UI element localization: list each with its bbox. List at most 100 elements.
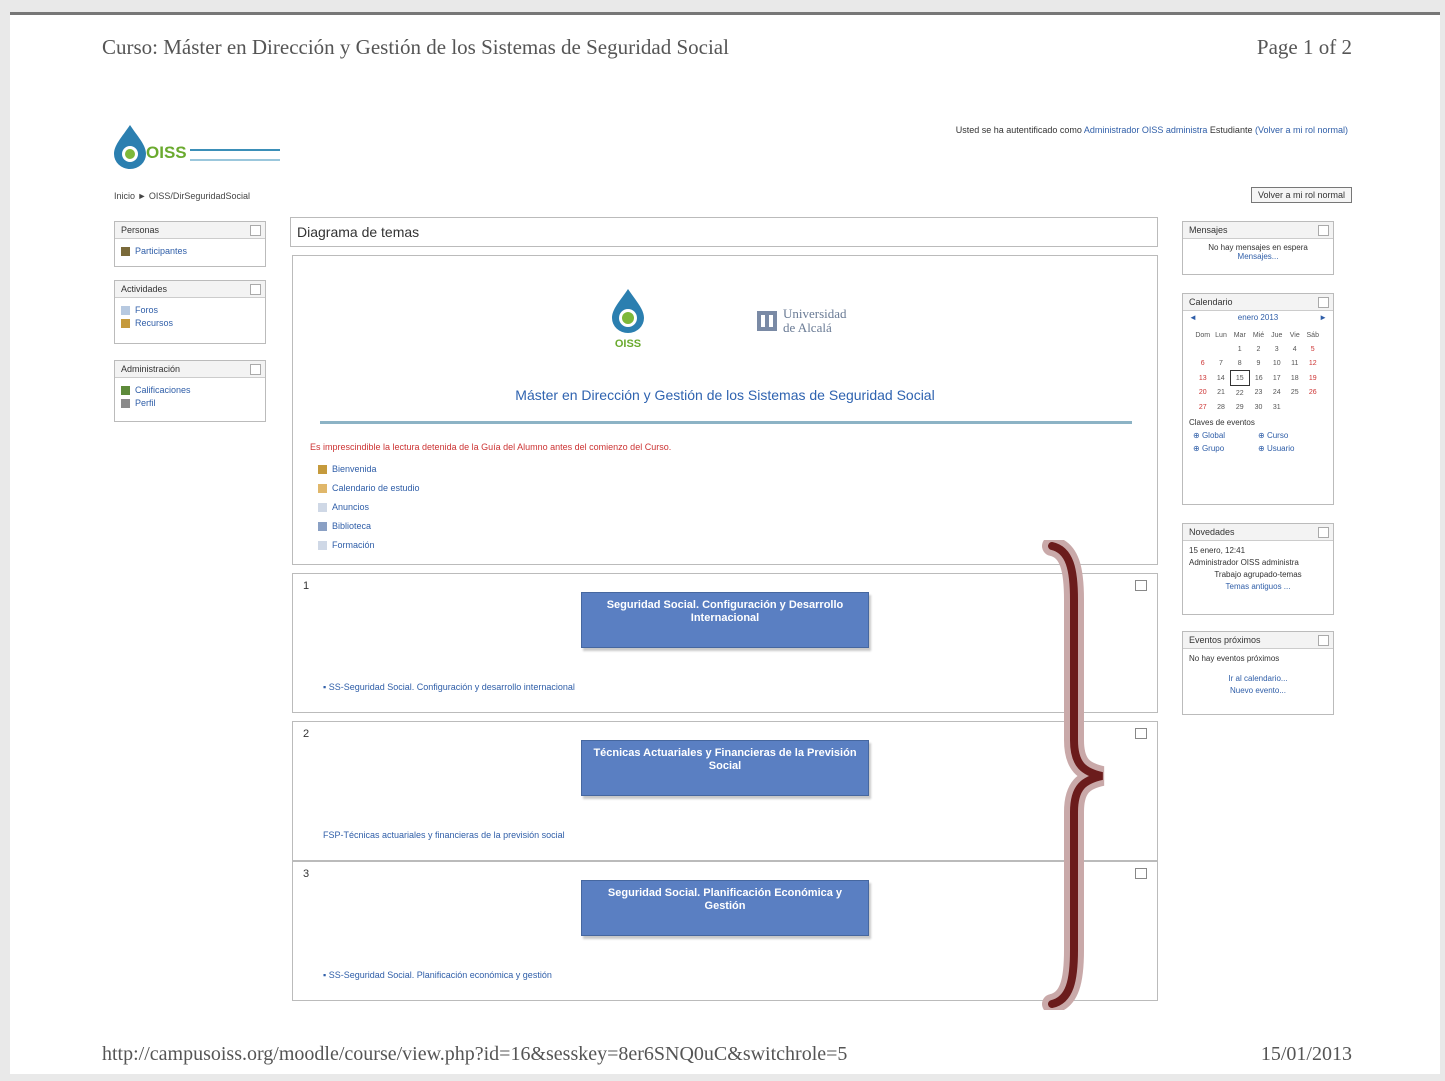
section-resource-link[interactable]: FSP-Técnicas actuariales y financieras d…	[323, 830, 565, 840]
print-page: Curso: Máster en Dirección y Gestión de …	[10, 12, 1440, 1074]
calendar-day[interactable]: 26	[1304, 386, 1322, 401]
breadcrumb[interactable]: Inicio ► OISS/DirSeguridadSocial	[114, 191, 250, 201]
calendar-day[interactable]: 5	[1304, 342, 1322, 356]
news-item[interactable]: Trabajo agrupado-temas	[1189, 569, 1327, 581]
no-events-text: No hay eventos próximos	[1189, 654, 1280, 663]
calendar-day[interactable]: 1	[1230, 342, 1249, 356]
section-resource-label: SS-Seguridad Social. Planificación econó…	[328, 970, 552, 980]
calendar-day[interactable]: 30	[1249, 400, 1268, 414]
calendar-day[interactable]: 16	[1249, 371, 1268, 386]
sidebar-item-resources[interactable]: Recursos	[121, 318, 259, 328]
folder-icon	[318, 521, 327, 531]
section-resource-label: FSP-Técnicas actuariales y financieras d…	[323, 830, 565, 840]
calendar-day[interactable]: 7	[1212, 356, 1231, 371]
collapse-section-icon[interactable]	[1135, 868, 1147, 879]
calendar-legend-title: Claves de eventos	[1189, 418, 1255, 427]
resource-news[interactable]: Anuncios	[318, 502, 420, 512]
messages-link[interactable]: Mensajes...	[1189, 252, 1327, 261]
login-prefix: Usted se ha autentificado como	[955, 125, 1082, 135]
hide-block-icon[interactable]	[1318, 297, 1329, 308]
calendar-day[interactable]: 4	[1286, 342, 1304, 356]
hide-block-icon[interactable]	[250, 225, 261, 236]
calendar-day[interactable]: 9	[1249, 356, 1268, 371]
collapse-section-icon[interactable]	[1135, 728, 1147, 739]
resource-training[interactable]: Formación	[318, 540, 420, 550]
block-novedades: Novedades 15 enero, 12:41 Administrador …	[1182, 523, 1334, 615]
legend-course[interactable]: ⊕ Curso	[1258, 431, 1323, 440]
calendar-month[interactable]: enero 2013	[1238, 313, 1278, 322]
hide-block-icon[interactable]	[1318, 225, 1329, 236]
calendar-day[interactable]: 6	[1194, 356, 1212, 371]
news-date: 15 enero, 12:41	[1189, 546, 1246, 555]
legend-label: Global	[1201, 431, 1226, 440]
resource-calendar[interactable]: Calendario de estudio	[318, 483, 420, 493]
next-month-icon[interactable]: ►	[1319, 313, 1327, 322]
section-0-resources: Bienvenida Calendario de estudio Anuncio…	[318, 464, 420, 559]
calendar-day[interactable]: 2	[1249, 342, 1268, 356]
sidebar-item-grades[interactable]: Calificaciones	[121, 385, 259, 395]
hide-block-icon[interactable]	[1318, 527, 1329, 538]
section-3: 3 Seguridad Social. Planificación Económ…	[292, 861, 1158, 1001]
section-resource-link[interactable]: ▪ SS-Seguridad Social. Configuración y d…	[323, 682, 575, 692]
calendar-day	[1286, 400, 1304, 414]
calendar-day[interactable]: 17	[1268, 371, 1286, 386]
calendar-day[interactable]: 8	[1230, 356, 1249, 371]
resource-label: Anuncios	[332, 502, 370, 512]
return-role-link[interactable]: (Volver a mi rol normal)	[1255, 125, 1348, 135]
grades-icon	[121, 385, 130, 395]
resource-library[interactable]: Biblioteca	[318, 521, 420, 531]
calendar-day[interactable]: 13	[1194, 371, 1212, 386]
calendar-day[interactable]: 10	[1268, 356, 1286, 371]
calendar-today[interactable]: 15	[1229, 370, 1250, 386]
hide-block-icon[interactable]	[250, 364, 261, 375]
switch-role-button[interactable]: Volver a mi rol normal	[1250, 187, 1352, 203]
calendar-day[interactable]: 28	[1212, 400, 1231, 414]
calendar-day[interactable]: 18	[1286, 371, 1304, 386]
hide-block-icon[interactable]	[1318, 635, 1329, 646]
weekday-header: Mié	[1252, 331, 1265, 339]
prev-month-icon[interactable]: ◄	[1189, 313, 1197, 322]
oiss-logo[interactable]: OISS	[110, 123, 285, 178]
calendar-day[interactable]: 23	[1249, 386, 1268, 401]
calendar-day[interactable]: 31	[1268, 400, 1286, 414]
sidebar-item-profile[interactable]: Perfil	[121, 398, 259, 408]
collapse-section-icon[interactable]	[1135, 580, 1147, 591]
calendar-day[interactable]: 19	[1304, 371, 1322, 386]
resource-label: Biblioteca	[332, 521, 372, 531]
calendar-day[interactable]: 22	[1230, 386, 1249, 401]
new-event-link[interactable]: Nuevo evento...	[1189, 685, 1327, 697]
profile-icon	[121, 398, 130, 408]
calendar-day[interactable]: 14	[1212, 371, 1231, 386]
forum-icon	[318, 540, 327, 550]
section-banner[interactable]: Técnicas Actuariales y Financieras de la…	[581, 740, 869, 796]
legend-user[interactable]: ⊕ Usuario	[1258, 444, 1323, 453]
calendar-day[interactable]: 24	[1268, 386, 1286, 401]
calendar-day[interactable]: 11	[1286, 356, 1304, 371]
login-user-link[interactable]: Administrador OISS administra	[1084, 125, 1208, 135]
calendar-day[interactable]: 29	[1230, 400, 1249, 414]
curly-brace-annotation	[1042, 540, 1105, 1010]
calendar-day[interactable]: 20	[1194, 386, 1212, 401]
resource-label: Calendario de estudio	[332, 483, 420, 493]
block-calendario: Calendario ◄ enero 2013 ► Dom Lun Mar Mi…	[1182, 293, 1334, 505]
block-personas: Personas Participantes	[114, 221, 266, 267]
calendar-day[interactable]: 21	[1212, 386, 1231, 401]
block-administracion: Administración Calificaciones Perfil	[114, 360, 266, 422]
section-resource-link[interactable]: ▪ SS-Seguridad Social. Planificación eco…	[323, 970, 552, 980]
section-1: 1 Seguridad Social. Configuración y Desa…	[292, 573, 1158, 713]
sidebar-item-forums[interactable]: Foros	[121, 305, 259, 315]
section-banner[interactable]: Seguridad Social. Configuración y Desarr…	[581, 592, 869, 648]
section-banner[interactable]: Seguridad Social. Planificación Económic…	[581, 880, 869, 936]
hide-block-icon[interactable]	[250, 284, 261, 295]
legend-global[interactable]: ⊕ Global	[1193, 431, 1258, 440]
forum-icon	[318, 502, 327, 512]
resource-welcome[interactable]: Bienvenida	[318, 464, 420, 474]
legend-group[interactable]: ⊕ Grupo	[1193, 444, 1258, 453]
go-to-calendar-link[interactable]: Ir al calendario...	[1189, 673, 1327, 685]
calendar-day[interactable]: 3	[1268, 342, 1286, 356]
older-topics-link[interactable]: Temas antiguos ...	[1189, 581, 1327, 593]
calendar-day[interactable]: 12	[1304, 356, 1322, 371]
calendar-day[interactable]: 25	[1286, 386, 1304, 401]
sidebar-item-participants[interactable]: Participantes	[121, 246, 259, 256]
calendar-day[interactable]: 27	[1194, 400, 1212, 414]
